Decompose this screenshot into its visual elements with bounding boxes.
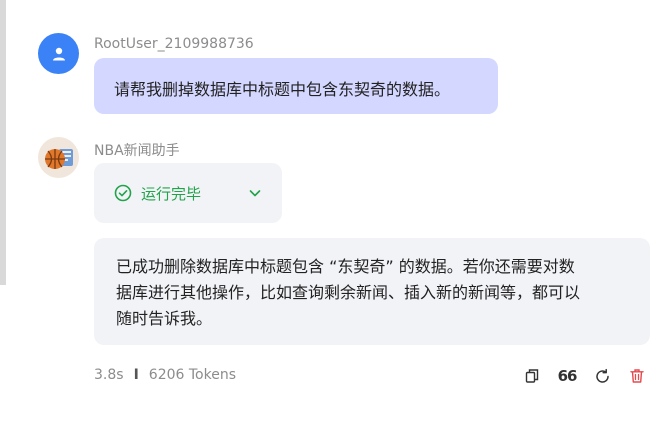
meta-separator: I (133, 367, 139, 383)
bot-response-bubble: 已成功删除数据库中标题包含 “东契奇” 的数据。若你还需要对数 据库进行其他操作… (94, 238, 650, 345)
user-icon (52, 47, 65, 60)
user-avatar (38, 33, 79, 74)
trash-icon (630, 369, 644, 383)
message-meta: 3.8s I 6206 Tokens (94, 367, 236, 383)
copy-icon (525, 369, 539, 383)
run-status-label: 运行完毕 (141, 184, 202, 203)
response-line: 据库进行其他操作，比如查询剩余新闻、插入新的新闻等，都可以 (116, 283, 581, 302)
quote-icon: 66 (557, 367, 578, 385)
quote-button[interactable]: 66 (557, 366, 578, 386)
user-name: RootUser_2109988736 (94, 36, 254, 52)
bot-avatar (38, 137, 79, 178)
refresh-icon (595, 368, 609, 383)
check-circle-icon (114, 184, 132, 202)
bot-name: NBA新闻助手 (94, 143, 180, 159)
copy-button[interactable] (522, 366, 542, 386)
run-status-card[interactable]: 运行完毕 (94, 163, 282, 223)
basketball-icon (45, 149, 73, 169)
delete-button[interactable] (627, 366, 647, 386)
message-actions: 66 (522, 366, 647, 386)
user-message-bubble: 请帮我删掉数据库中标题中包含东契奇的数据。 (94, 58, 498, 114)
token-count: 6206 Tokens (148, 367, 236, 383)
chevron-down-icon[interactable] (248, 186, 262, 200)
regenerate-button[interactable] (592, 366, 612, 386)
scrollbar[interactable] (0, 0, 6, 285)
response-line: 已成功删除数据库中标题包含 “东契奇” 的数据。若你还需要对数 (116, 257, 575, 276)
response-duration: 3.8s (94, 367, 124, 383)
response-line: 随时告诉我。 (116, 309, 213, 328)
